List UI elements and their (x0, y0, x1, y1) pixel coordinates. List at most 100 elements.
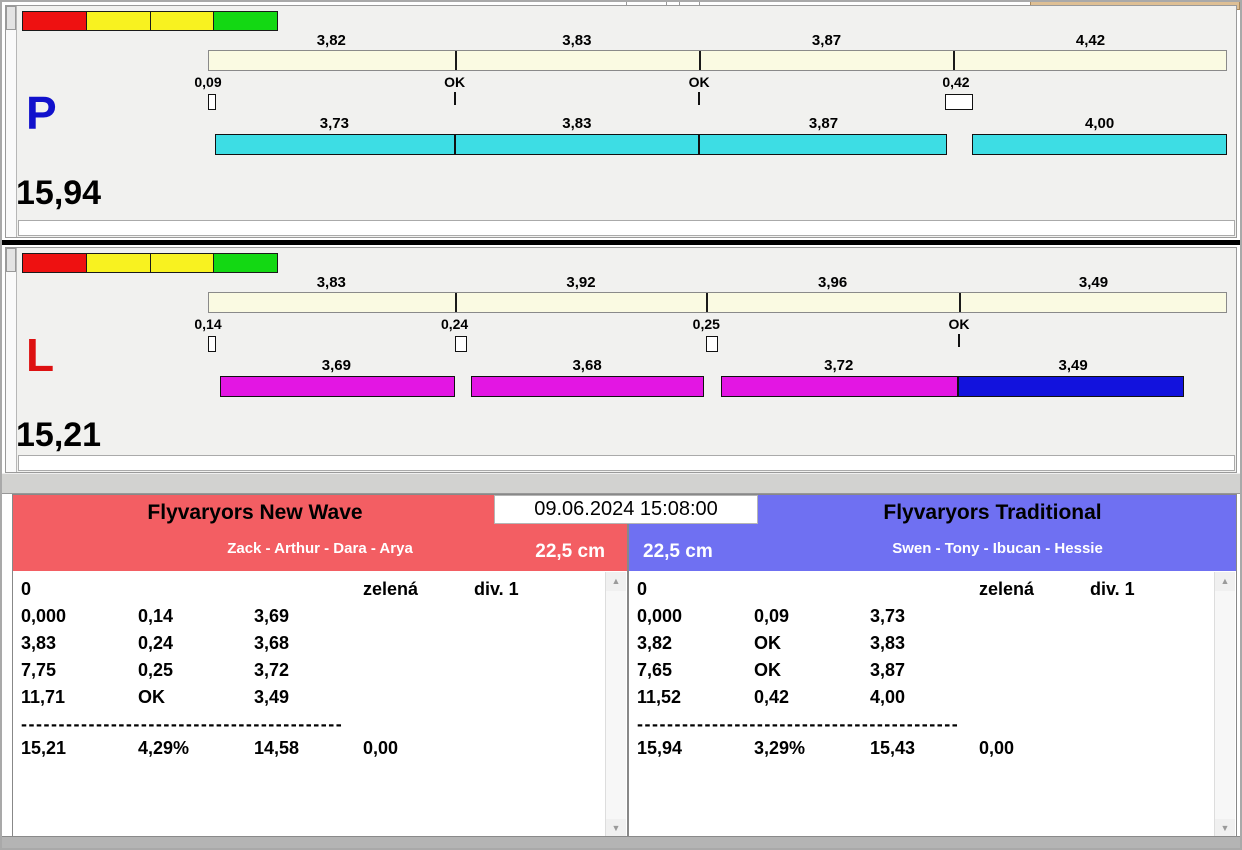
scrollbar[interactable]: ▲ ▼ (1214, 572, 1235, 838)
lap-segment (454, 134, 700, 155)
traffic-green-cell (214, 254, 277, 272)
penalty: 0,24 (138, 633, 174, 653)
total-percent: 4,29% (138, 738, 190, 758)
marker-label: 0,42 (942, 74, 970, 90)
info-row: 0 zelená div. 1 (21, 579, 627, 606)
net-time: 14,58 (254, 738, 300, 758)
lap-segment (720, 376, 958, 397)
cum-time: 3,83 (21, 633, 57, 653)
traffic-yellow-cell (86, 254, 151, 272)
split-bar-divider (953, 51, 956, 70)
marker-box-icon (944, 94, 973, 110)
cum-time: 3,82 (637, 633, 673, 653)
result-row: 11,71 OK 3,49 (21, 687, 627, 714)
penalty: OK (138, 687, 165, 707)
results-text-left[interactable]: 0 zelená div. 1 0,000 0,14 3,69 3,83 0,2… (13, 571, 627, 839)
lap-time: 3,72 (824, 357, 854, 374)
penalty: 0,42 (754, 687, 790, 707)
cum-time: 0,000 (637, 606, 683, 626)
timestamp-display: 09.06.2024 15:08:00 (494, 495, 758, 524)
cum-time: 7,75 (21, 660, 57, 680)
marker-glyphs (208, 334, 1227, 354)
split-bar-divider (455, 293, 458, 312)
traffic-yellow-cell (150, 12, 215, 30)
traffic-green-cell (214, 12, 277, 30)
totals-row: 15,94 3,29% 15,43 0,00 (637, 738, 1236, 765)
marker-box-icon (208, 336, 216, 352)
lap-time: 3,83 (870, 633, 906, 653)
bottom-status-strip (2, 836, 1240, 848)
split-bar-divider (958, 293, 961, 312)
cum-time: 11,52 (637, 687, 682, 707)
start-value: 0 (637, 579, 648, 599)
lane-status-strip (18, 220, 1235, 236)
penalty: 0,09 (754, 606, 790, 626)
total-time: 15,21 (21, 738, 67, 758)
lap-time: 3,73 (319, 115, 349, 132)
result-row: 3,82 OK 3,83 (637, 633, 1236, 660)
color-word: zelená (979, 579, 1035, 599)
lap-segment (972, 134, 1227, 155)
division-label: div. 1 (474, 579, 519, 599)
marker-box-icon (454, 336, 467, 352)
scroll-up-button[interactable]: ▲ (1215, 572, 1235, 591)
section-separator (2, 473, 1240, 494)
lap-time: 3,69 (254, 606, 290, 626)
lap-segment (470, 376, 705, 397)
marker-label: 0,24 (440, 316, 469, 332)
lap-time: 3,87 (870, 660, 906, 680)
marker-box-icon (208, 94, 216, 110)
extra-value: 0,00 (363, 738, 399, 758)
lap-time: 3,49 (254, 687, 290, 707)
scroll-up-button[interactable]: ▲ (606, 572, 626, 591)
marker-label: 0,25 (692, 316, 720, 332)
split-bar-divider (455, 51, 458, 70)
distance-label: 22,5 cm (535, 541, 605, 562)
traffic-red-cell (23, 12, 87, 30)
gutter-handle[interactable] (6, 6, 16, 30)
marker-label: OK (444, 74, 466, 90)
lane-status-strip (18, 455, 1235, 471)
marker-labels: 0,09 OK OK 0,42 (194, 74, 1227, 90)
penalty: OK (754, 660, 781, 680)
gutter-handle[interactable] (6, 248, 16, 272)
lap-time: 4,00 (870, 687, 906, 707)
lap-time: 3,73 (870, 606, 906, 626)
division-label: div. 1 (1090, 579, 1135, 599)
split-bar-divider (699, 51, 702, 70)
result-row: 7,75 0,25 3,72 (21, 660, 627, 687)
result-row: 0,000 0,14 3,69 (21, 606, 627, 633)
split-time: 4,42 (1075, 32, 1106, 49)
result-row: 7,65 OK 3,87 (637, 660, 1236, 687)
lap-segment (699, 134, 947, 155)
marker-tick-icon (453, 92, 456, 105)
marker-tick-icon (698, 92, 701, 105)
penalty: 0,25 (138, 660, 174, 680)
split-time: 3,83 (316, 274, 346, 291)
traffic-yellow-cell (86, 12, 151, 30)
result-row: 0,000 0,09 3,73 (637, 606, 1236, 633)
lap-time: 3,68 (572, 357, 602, 374)
penalty: OK (754, 633, 781, 653)
traffic-light-p (22, 11, 278, 31)
lane-panel-l: 3,83 3,92 3,96 3,49 0,14 0,24 0,25 OK 3,… (5, 247, 1237, 473)
lane-letter-l: L (26, 329, 55, 381)
cum-time: 11,71 (21, 687, 66, 707)
team-panel-left: Flyvaryors New Wave Zack - Arthur - Dara… (12, 494, 628, 840)
extra-value: 0,00 (979, 738, 1015, 758)
lane-panel-p: 3,82 3,83 3,87 4,42 0,09 OK OK 0,42 3,73… (5, 5, 1237, 238)
results-text-right[interactable]: 0 zelená div. 1 0,000 0,09 3,73 3,82 OK … (629, 571, 1236, 839)
split-time: 3,96 (818, 274, 848, 291)
split-time: 3,83 (562, 32, 592, 49)
lap-bar-l (208, 376, 1227, 397)
scrollbar[interactable]: ▲ ▼ (605, 572, 626, 838)
marker-label: OK (948, 316, 970, 332)
distance-label: 22,5 cm (643, 541, 713, 562)
lap-time: 3,87 (808, 115, 839, 132)
cum-time: 7,65 (637, 660, 673, 680)
split-bar-l (208, 292, 1227, 313)
timing-window: 3,82 3,83 3,87 4,42 0,09 OK OK 0,42 3,73… (0, 0, 1242, 850)
marker-labels: 0,14 0,24 0,25 OK (194, 316, 1227, 332)
split-bar-divider (706, 293, 709, 312)
marker-label: 0,09 (194, 74, 222, 90)
